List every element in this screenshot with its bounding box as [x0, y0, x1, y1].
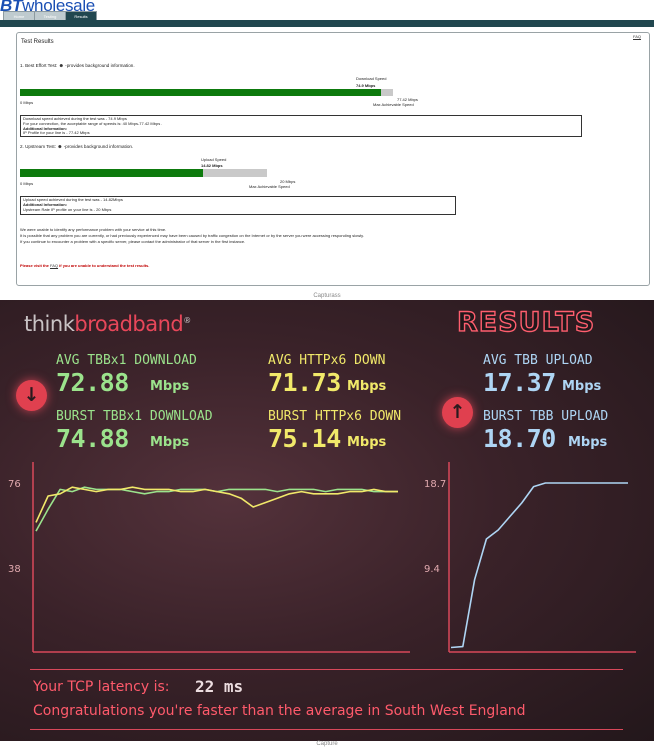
- download-speed-value: 74.9 Mbps: [356, 83, 376, 88]
- upload-speed-value: 14.82 Mbps: [201, 163, 223, 168]
- upload-bar-min: 0 Mbps: [20, 181, 34, 186]
- upload-bar-max-label: Max Achievable Speed: [249, 184, 290, 189]
- message-line: If you continue to encounter a problem w…: [20, 239, 246, 244]
- faq-note: Please visit the FAQ if you are unable t…: [20, 263, 150, 268]
- upload-chart: [448, 462, 636, 653]
- download-bar-min: 0 Mbps: [20, 100, 34, 105]
- charts-canvas: [32, 462, 636, 653]
- bt-results-page: BTwholesale Home Testing Results FAQ Tes…: [0, 0, 654, 292]
- faq-note-link[interactable]: FAQ: [50, 263, 58, 268]
- download-chart: [32, 462, 410, 653]
- divider-line: [30, 729, 623, 730]
- upstream-heading: 2. Upstream Test: ☻ -provides background…: [20, 144, 134, 150]
- faq-link[interactable]: FAQ: [633, 34, 641, 39]
- download-speed-fill: [20, 89, 381, 96]
- upload-info-box: Upload speed achieved during the test wa…: [20, 196, 456, 215]
- download-info-box: Download speed achieved during the test …: [20, 115, 582, 137]
- series-line-1: [35, 486, 398, 523]
- panel-title: Test Results: [21, 39, 54, 45]
- congratulations-message: Congratulations you're faster than the a…: [33, 703, 526, 719]
- upload-speed-bar: [20, 169, 267, 177]
- best-effort-heading: 1. Best Effort Test: ☻ -provides backgro…: [20, 63, 135, 69]
- test-results-panel: FAQ Test Results 1. Best Effort Test: ☻ …: [16, 32, 650, 286]
- series-line-0: [450, 482, 628, 649]
- caption-bottom: Capture: [316, 741, 338, 747]
- info-line: IP Profile for your line is - 77.42 Mbps: [23, 130, 90, 135]
- message-line: We were unable to identify any performan…: [20, 227, 167, 232]
- download-bar-max-label: Max Achievable Speed: [373, 102, 414, 107]
- divider-line: [30, 669, 623, 670]
- download-speed-bar: [20, 89, 393, 96]
- upload-speed-fill: [20, 169, 204, 177]
- caption-top: Capturass: [313, 293, 341, 299]
- bt-nav-strip: [0, 20, 654, 27]
- tbb-results-page: thinkbroadband® RESULTS ↓ ↑ AVG TBBx1 DO…: [0, 300, 654, 741]
- message-line: It is possible that any problem you are …: [20, 233, 364, 238]
- download-speed-caption: Download Speed: [356, 76, 387, 81]
- info-line: Upstream Rate IP profile on your line is…: [23, 207, 112, 212]
- latency-label: Your TCP latency is:: [33, 679, 170, 695]
- latency-value: 22 ms: [195, 677, 244, 696]
- series-line-0: [35, 486, 398, 532]
- upload-speed-caption: Upload Speed: [201, 157, 227, 162]
